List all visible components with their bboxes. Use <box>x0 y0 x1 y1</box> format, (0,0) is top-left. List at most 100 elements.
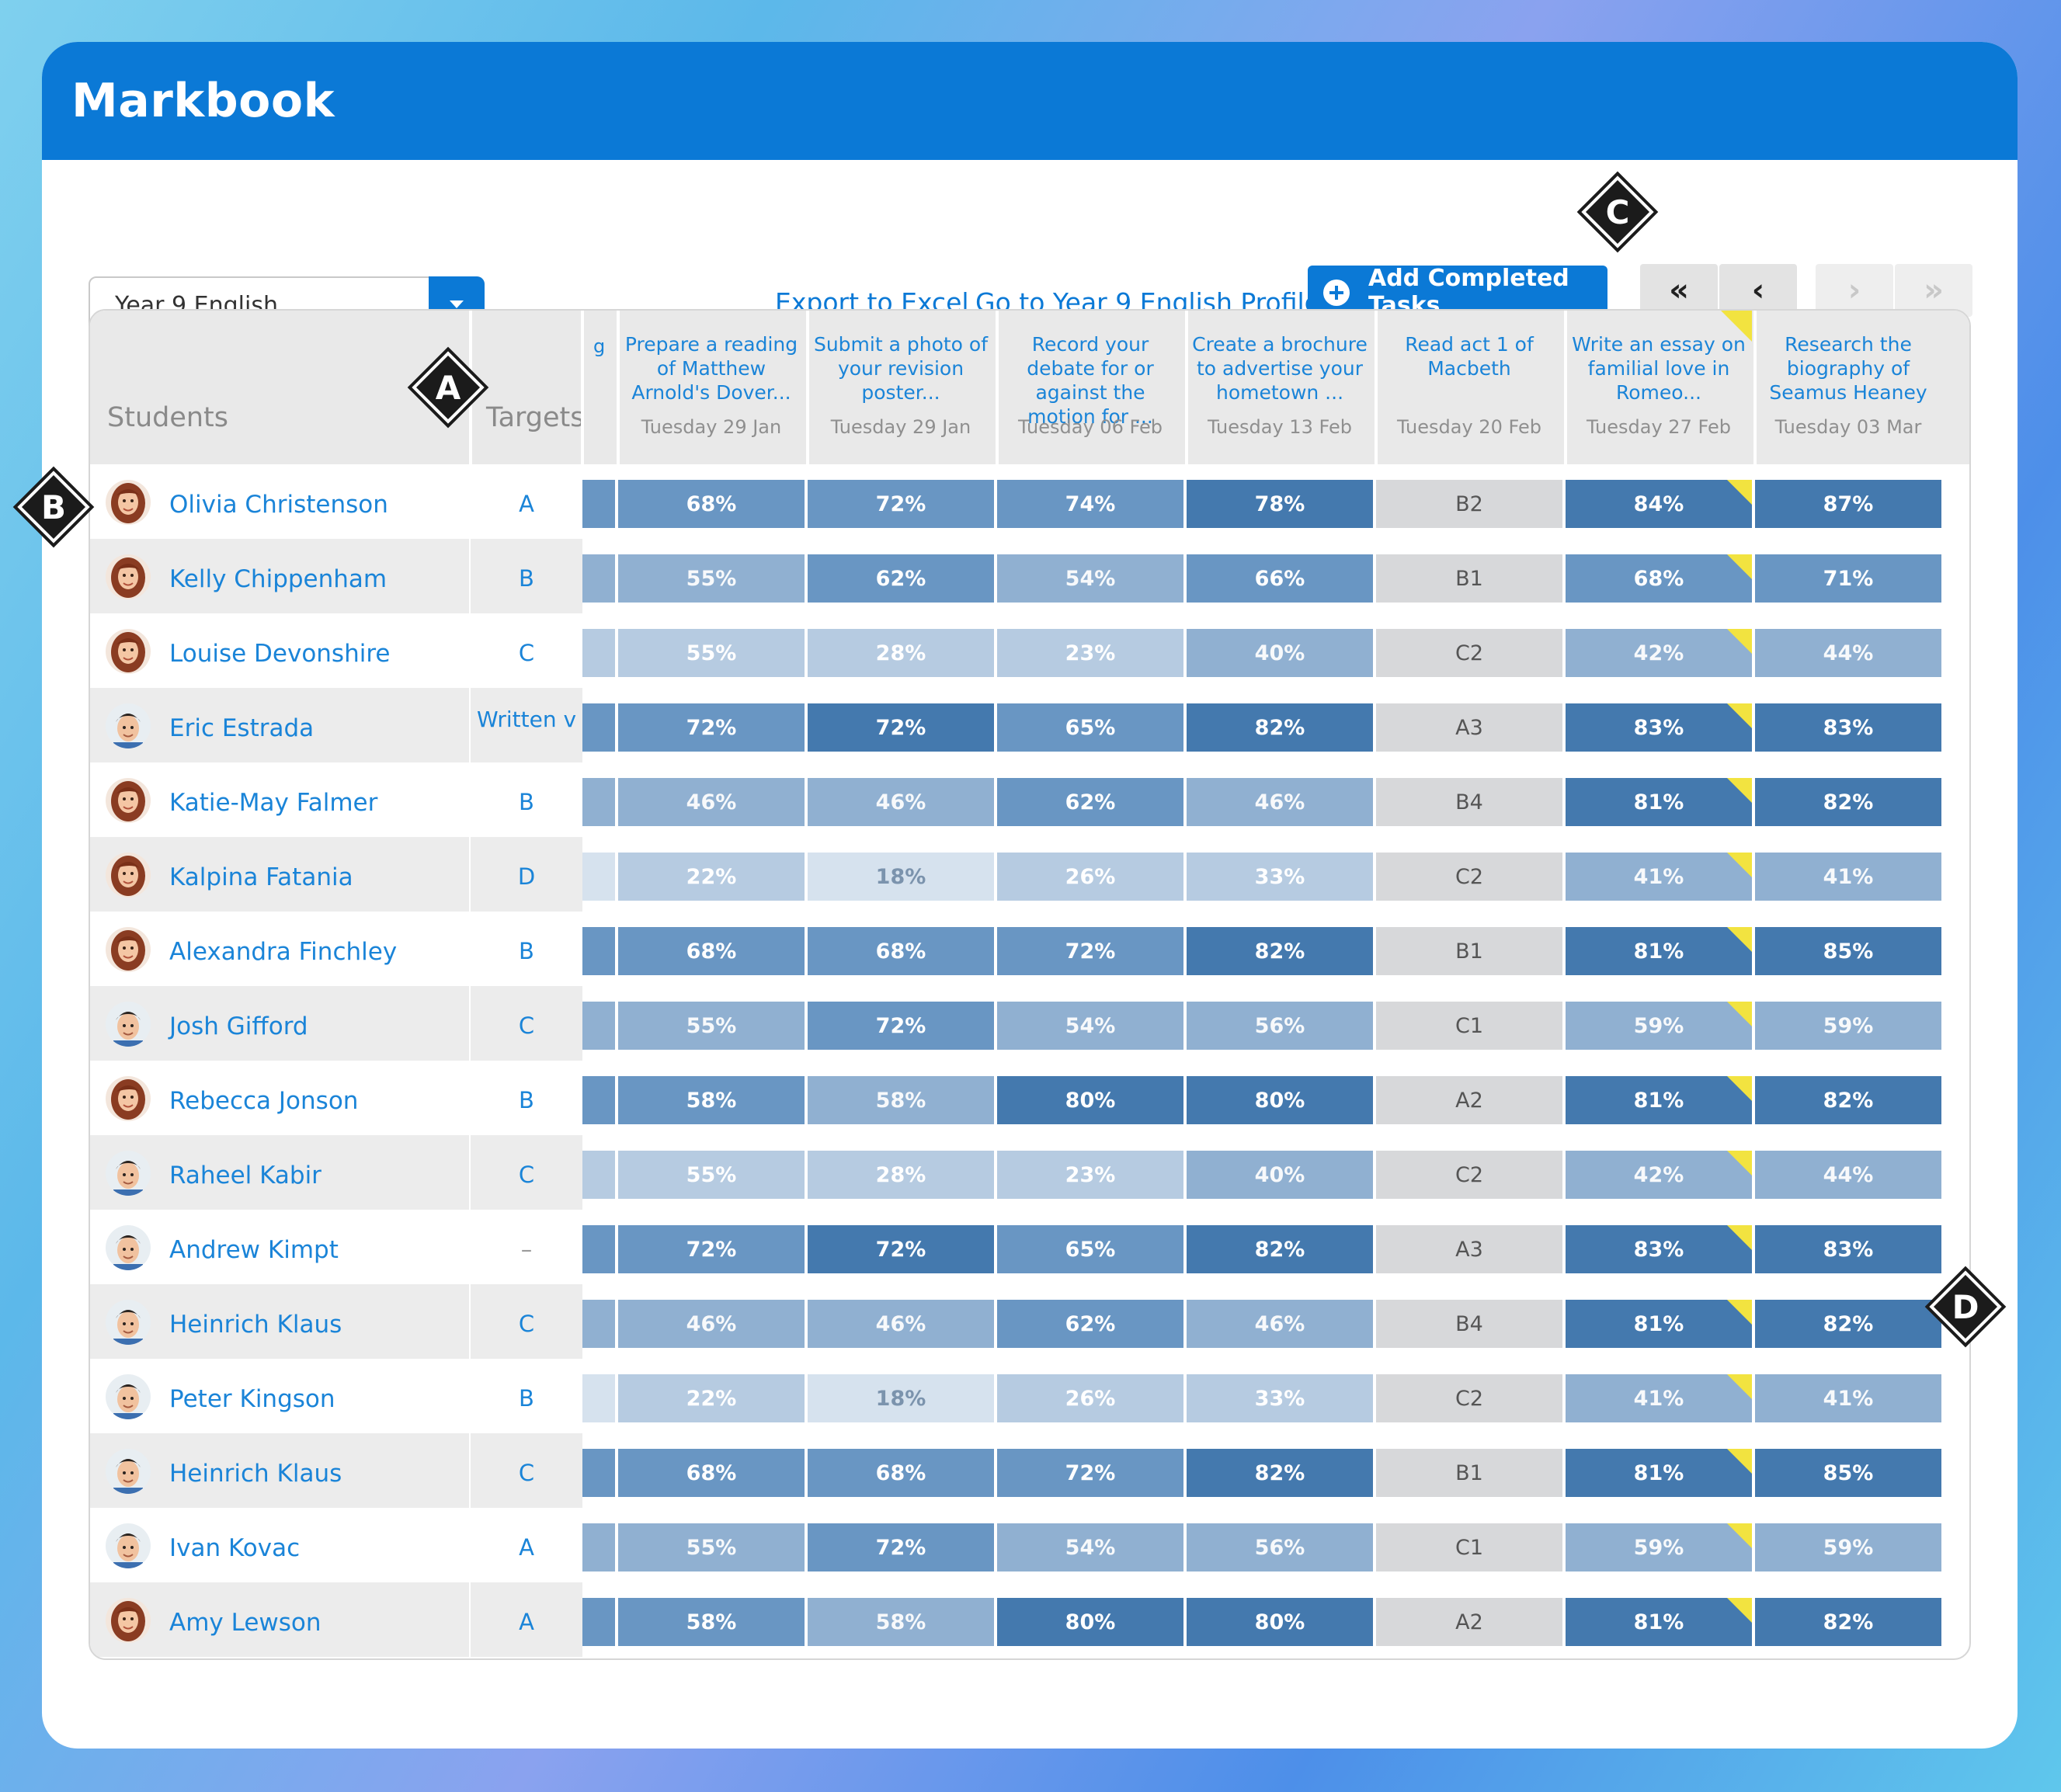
mark-cell[interactable]: 58% <box>808 1076 994 1124</box>
target-cell[interactable]: C <box>471 1433 582 1508</box>
mark-cell[interactable]: C2 <box>1376 853 1562 901</box>
mark-cell[interactable]: 85% <box>1755 1449 1941 1497</box>
mark-cell[interactable]: 46% <box>618 1300 805 1348</box>
mark-cell[interactable]: B1 <box>1376 1449 1562 1497</box>
mark-cell[interactable]: 46% <box>808 1300 994 1348</box>
mark-cell[interactable]: 78% <box>1187 480 1373 528</box>
mark-cell[interactable]: B1 <box>1376 927 1562 975</box>
mark-cell[interactable]: 59% <box>1755 1523 1941 1571</box>
mark-cell[interactable]: 68% <box>1566 554 1752 603</box>
mark-cell[interactable]: 65% <box>997 703 1183 752</box>
task-column-header[interactable]: Create a brochure to advertise your home… <box>1187 311 1373 464</box>
partial-mark-cell[interactable] <box>582 1076 615 1124</box>
target-cell[interactable]: B <box>471 1061 582 1135</box>
mark-cell[interactable]: 68% <box>618 927 805 975</box>
mark-cell[interactable]: 22% <box>618 1374 805 1422</box>
mark-cell[interactable]: 72% <box>808 480 994 528</box>
mark-cell[interactable]: 18% <box>808 1374 994 1422</box>
mark-cell[interactable]: 72% <box>808 703 994 752</box>
task-column-header[interactable]: Submit a photo of your revision poster..… <box>808 311 994 464</box>
mark-cell[interactable]: 81% <box>1566 1076 1752 1124</box>
mark-cell[interactable]: A2 <box>1376 1076 1562 1124</box>
mark-cell[interactable]: 55% <box>618 1523 805 1571</box>
mark-cell[interactable]: 81% <box>1566 927 1752 975</box>
target-cell[interactable]: B <box>471 762 582 837</box>
task-title[interactable]: Research the biography of Seamus Heaney <box>1755 332 1941 405</box>
mark-cell[interactable]: 72% <box>618 1225 805 1273</box>
student-name-link[interactable]: Raheel Kabir <box>169 1162 321 1189</box>
task-column-header[interactable]: Write an essay on familial love in Romeo… <box>1566 311 1752 464</box>
mark-cell[interactable]: A3 <box>1376 703 1562 752</box>
mark-cell[interactable]: 26% <box>997 1374 1183 1422</box>
task-column-header[interactable]: Prepare a reading of Matthew Arnold's Do… <box>618 311 805 464</box>
mark-cell[interactable]: 83% <box>1566 1225 1752 1273</box>
mark-cell[interactable]: 71% <box>1755 554 1941 603</box>
mark-cell[interactable]: 44% <box>1755 629 1941 677</box>
mark-cell[interactable]: 85% <box>1755 927 1941 975</box>
mark-cell[interactable]: 72% <box>808 1225 994 1273</box>
mark-cell[interactable]: 87% <box>1755 480 1941 528</box>
mark-cell[interactable]: 56% <box>1187 1523 1373 1571</box>
student-name-link[interactable]: Heinrich Klaus <box>169 1311 342 1339</box>
partial-mark-cell[interactable] <box>582 1523 615 1571</box>
mark-cell[interactable]: 59% <box>1755 1002 1941 1050</box>
mark-cell[interactable]: 80% <box>997 1598 1183 1646</box>
task-title[interactable]: Record your debate for or against the mo… <box>997 332 1183 429</box>
mark-cell[interactable]: 82% <box>1187 927 1373 975</box>
student-name-link[interactable]: Olivia Christenson <box>169 491 388 519</box>
mark-cell[interactable]: 72% <box>808 1002 994 1050</box>
mark-cell[interactable]: 46% <box>1187 1300 1373 1348</box>
partial-mark-cell[interactable] <box>582 480 615 528</box>
mark-cell[interactable]: 80% <box>1187 1598 1373 1646</box>
mark-cell[interactable]: 22% <box>618 853 805 901</box>
target-cell[interactable]: C <box>471 986 582 1061</box>
target-cell[interactable]: C <box>471 613 582 688</box>
mark-cell[interactable]: B1 <box>1376 554 1562 603</box>
partial-mark-cell[interactable] <box>582 1002 615 1050</box>
mark-cell[interactable]: C1 <box>1376 1002 1562 1050</box>
mark-cell[interactable]: 54% <box>997 1523 1183 1571</box>
mark-cell[interactable]: 55% <box>618 629 805 677</box>
partial-mark-cell[interactable] <box>582 629 615 677</box>
partial-mark-cell[interactable] <box>582 554 615 603</box>
task-title[interactable]: Write an essay on familial love in Romeo… <box>1566 332 1752 405</box>
mark-cell[interactable]: 41% <box>1755 853 1941 901</box>
mark-cell[interactable]: 33% <box>1187 853 1373 901</box>
mark-cell[interactable]: 66% <box>1187 554 1373 603</box>
partial-task-header[interactable]: g <box>593 335 605 357</box>
mark-cell[interactable]: 62% <box>997 1300 1183 1348</box>
mark-cell[interactable]: 18% <box>808 853 994 901</box>
mark-cell[interactable]: 28% <box>808 629 994 677</box>
mark-cell[interactable]: 72% <box>997 927 1183 975</box>
mark-cell[interactable]: 59% <box>1566 1523 1752 1571</box>
mark-cell[interactable]: 40% <box>1187 629 1373 677</box>
mark-cell[interactable]: 82% <box>1755 1598 1941 1646</box>
mark-cell[interactable]: 83% <box>1566 703 1752 752</box>
student-name-link[interactable]: Peter Kingson <box>169 1385 335 1413</box>
target-cell[interactable]: B <box>471 1359 582 1433</box>
mark-cell[interactable]: 41% <box>1755 1374 1941 1422</box>
mark-cell[interactable]: 46% <box>1187 778 1373 826</box>
task-column-header[interactable]: Read act 1 of Macbeth Tuesday 20 Feb <box>1376 311 1562 464</box>
mark-cell[interactable]: 68% <box>808 927 994 975</box>
mark-cell[interactable]: 82% <box>1755 1076 1941 1124</box>
mark-cell[interactable]: 46% <box>618 778 805 826</box>
mark-cell[interactable]: A3 <box>1376 1225 1562 1273</box>
mark-cell[interactable]: 46% <box>808 778 994 826</box>
partial-mark-cell[interactable] <box>582 1374 615 1422</box>
mark-cell[interactable]: 58% <box>808 1598 994 1646</box>
mark-cell[interactable]: B4 <box>1376 1300 1562 1348</box>
mark-cell[interactable]: 68% <box>808 1449 994 1497</box>
mark-cell[interactable]: C2 <box>1376 1151 1562 1199</box>
target-cell[interactable]: C <box>471 1284 582 1359</box>
target-cell[interactable]: Written v <box>471 688 582 762</box>
mark-cell[interactable]: 83% <box>1755 1225 1941 1273</box>
mark-cell[interactable]: 68% <box>618 1449 805 1497</box>
mark-cell[interactable]: 55% <box>618 1151 805 1199</box>
partial-mark-cell[interactable] <box>582 1598 615 1646</box>
mark-cell[interactable]: B2 <box>1376 480 1562 528</box>
student-name-link[interactable]: Rebecca Jonson <box>169 1087 358 1115</box>
target-cell[interactable]: A <box>471 1582 582 1657</box>
mark-cell[interactable]: 81% <box>1566 778 1752 826</box>
task-title[interactable]: Read act 1 of Macbeth <box>1376 332 1562 380</box>
